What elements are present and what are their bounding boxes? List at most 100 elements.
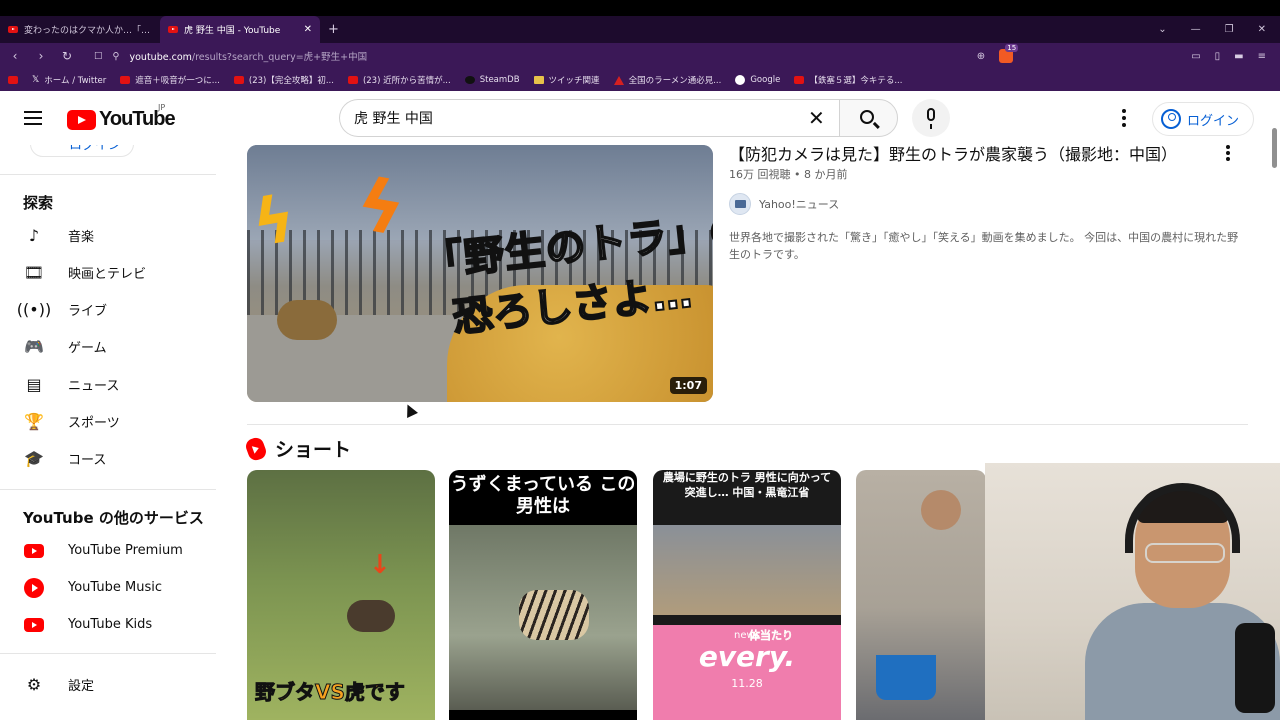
sidebar-item-youtube-kids[interactable]: YouTube Kids	[0, 606, 216, 643]
sidebar-item-label: ニュース	[68, 379, 120, 394]
sidebar-item-label: 映画とテレビ	[68, 267, 147, 282]
short-card[interactable]	[856, 470, 986, 720]
sidebar-login-button[interactable]: ログイン	[30, 145, 134, 157]
short-caption: 野ブタVS虎です	[255, 680, 406, 705]
every-label: every.	[698, 640, 796, 673]
tab-title: 虎 野生 中国 - YouTube	[184, 26, 281, 36]
youtube-header: YouTube JP 虎 野生 中国 ✕ ログイン	[0, 91, 1280, 145]
channel-name[interactable]: Yahoo!ニュース	[759, 196, 839, 212]
search-query: 虎 野生 中国	[354, 111, 433, 127]
sidebar-item-youtube-music[interactable]: YouTube Music	[0, 569, 216, 606]
bookmark-item[interactable]: Google	[735, 75, 780, 85]
sidebar-item-settings[interactable]: ⚙ 設定	[0, 666, 216, 703]
settings-more-icon[interactable]	[1122, 109, 1126, 130]
restore-icon[interactable]: ❐	[1225, 24, 1234, 35]
chevron-down-icon[interactable]: ⌄	[1158, 24, 1166, 35]
bookmark-item[interactable]: SteamDB	[464, 75, 520, 85]
voice-search-button[interactable]	[912, 99, 950, 137]
tab-1[interactable]: 変わったのはクマか人か…「ヒグマの人慣れ	[0, 16, 160, 43]
top-bar	[0, 0, 1280, 16]
bookmark-label: (23) 近所から苦情が...	[362, 76, 451, 86]
sidebar-item-live[interactable]: ((•)) ライブ	[0, 291, 216, 328]
forward-icon[interactable]: ›	[34, 49, 48, 63]
bookmark-item[interactable]: (23) 近所から苦情が...	[347, 74, 451, 86]
sidebar-toggle-icon[interactable]: ▭	[1191, 51, 1200, 62]
youtube-icon	[8, 76, 18, 84]
sidebar-item-sports[interactable]: 🏆 スポーツ	[0, 403, 216, 440]
thumb-person	[921, 490, 961, 530]
x-icon: 𝕏	[32, 75, 40, 85]
sidebar-item-label: 音楽	[68, 230, 95, 245]
url-field[interactable]: ☐ ⚲ youtube.com/results?search_query=虎+野…	[86, 45, 965, 67]
hamburger-menu-icon[interactable]	[24, 111, 42, 125]
video-title[interactable]: 【防犯カメラは見た】野生のトラが農家襲う（撮影地：中国）	[729, 145, 1209, 167]
youtube-icon	[347, 76, 358, 84]
channel-link[interactable]: Yahoo!ニュース	[729, 193, 839, 215]
bookmark-item[interactable]: 全国のラーメン通必見...	[613, 74, 722, 86]
menu-icon[interactable]: ≡	[1258, 51, 1266, 62]
short-card[interactable]: うずくまっている この男性は	[449, 470, 637, 720]
ramen-icon	[613, 75, 624, 85]
scrollbar[interactable]	[1272, 128, 1277, 168]
headset-icon	[1125, 483, 1240, 553]
login-button[interactable]: ログイン	[1152, 102, 1254, 136]
bookmark-label: 全国のラーメン通必見...	[628, 76, 722, 86]
video-meta: 16万 回視聴 • 8 か月前	[729, 168, 848, 181]
sidebar-item-music[interactable]: ♪ 音楽	[0, 217, 216, 254]
back-icon[interactable]: ‹	[8, 49, 22, 63]
microphone-icon	[1235, 623, 1275, 713]
short-card[interactable]: ↓ 野ブタVS虎です	[247, 470, 435, 720]
site-info-icon[interactable]: ⚲	[113, 51, 120, 62]
bookmark-item[interactable]: 𝕏 ホーム / Twitter	[32, 74, 106, 86]
divider	[247, 424, 1248, 425]
zoom-icon[interactable]: ⊕	[977, 51, 985, 62]
window-controls: ⌄ — ❐ ✕	[1158, 16, 1280, 43]
video-thumbnail[interactable]: ϟ ϟ 「野生のトラ」の 恐ろしさよ… 1:07	[247, 145, 713, 402]
reload-icon[interactable]: ↻	[60, 49, 74, 63]
sidebar-item-movies[interactable]: 🎞 映画とテレビ	[0, 254, 216, 291]
youtube-play-icon	[67, 109, 96, 130]
bookmark-item[interactable]: (23)【完全攻略】初...	[233, 74, 334, 86]
youtube-logo[interactable]: YouTube JP	[67, 103, 176, 131]
sidebar-item-youtube-premium[interactable]: YouTube Premium	[0, 532, 216, 569]
minimize-icon[interactable]: —	[1191, 24, 1201, 35]
short-card[interactable]: 農場に野生のトラ 男性に向かって突進し… 中国・黒竜江省 体当たり news e…	[653, 470, 841, 720]
bookmark-folder[interactable]: ツイッチ関連	[533, 74, 600, 86]
search-icon	[860, 110, 874, 124]
bookmark-icon[interactable]: ☐	[94, 51, 103, 62]
search-input[interactable]: 虎 野生 中国	[339, 99, 839, 137]
close-window-icon[interactable]: ✕	[1258, 24, 1266, 35]
clear-search-icon[interactable]: ✕	[808, 108, 825, 128]
sidebar-item-courses[interactable]: 🎓 コース	[0, 440, 216, 477]
search-button[interactable]	[839, 99, 898, 137]
sidebar-item-gaming[interactable]: 🎮 ゲーム	[0, 328, 216, 365]
new-tab-button[interactable]: +	[320, 16, 347, 43]
shorts-title: ショート	[275, 439, 352, 461]
tab-2[interactable]: 虎 野生 中国 - YouTube ✕	[160, 16, 320, 43]
bookmark-item[interactable]: 【鉄塞５選】今キテる...	[794, 74, 902, 86]
bookmark-item[interactable]: 遮音＋吸音が一つに...	[120, 74, 220, 86]
video-more-icon[interactable]	[1226, 145, 1230, 163]
sidebar-item-news[interactable]: ▤ ニュース	[0, 366, 216, 403]
divider	[0, 653, 216, 654]
bookmark-label: 遮音＋吸音が一つに...	[135, 76, 220, 86]
video-description: 世界各地で撮影された「驚き」「癒やし」「笑える」動画を集めました。 今回は、中国…	[729, 231, 1239, 261]
sidebar-item-label: ゲーム	[68, 341, 107, 356]
url-path: /results?search_query=虎+野生+中国	[191, 52, 368, 63]
gamepad-icon: 🎮	[24, 337, 44, 356]
reader-icon[interactable]: ▯	[1215, 51, 1221, 62]
bookmarks-bar: 𝕏 ホーム / Twitter 遮音＋吸音が一つに... (23)【完全攻略】初.…	[0, 69, 1280, 91]
wallet-icon[interactable]: ▬	[1234, 51, 1243, 62]
thumb-boar	[347, 600, 395, 632]
channel-avatar[interactable]	[729, 193, 751, 215]
region-label: JP	[158, 103, 166, 112]
youtube-icon	[794, 76, 805, 84]
tab-title: 変わったのはクマか人か…「ヒグマの人慣れ	[24, 26, 152, 36]
film-icon: 🎞	[23, 263, 45, 282]
close-icon[interactable]: ✕	[304, 24, 312, 35]
address-bar: ‹ › ↻ ☐ ⚲ youtube.com/results?search_que…	[0, 43, 1280, 69]
thumb-tiger	[519, 590, 589, 640]
login-label: ログイン	[1187, 113, 1240, 129]
brave-shield-icon[interactable]: 15	[999, 44, 1019, 63]
bookmark-item[interactable]	[8, 76, 18, 84]
